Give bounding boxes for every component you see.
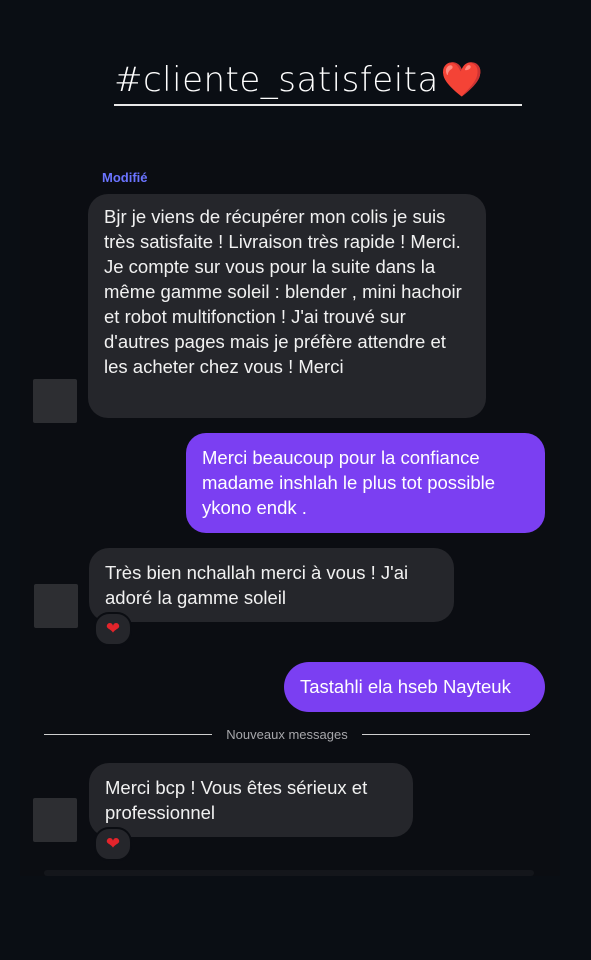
heart-icon: ❤️ [440,60,484,100]
message-text: Très bien nchallah merci à vous ! J'ai a… [105,562,409,608]
outgoing-message-bubble[interactable]: Tastahli ela hseb Nayteuk [284,662,545,712]
incoming-message-bubble[interactable]: Très bien nchallah merci à vous ! J'ai a… [89,548,454,622]
edited-label: Modifié [102,170,148,185]
message-text: Tastahli ela hseb Nayteuk [300,676,511,697]
avatar[interactable] [34,584,78,628]
hashtag-text: #cliente_satisfeita [114,60,439,100]
message-text: Bjr je viens de récupérer mon colis je s… [104,206,462,377]
message-text: Merci beaucoup pour la confiance madame … [202,447,496,518]
avatar[interactable] [33,379,77,423]
new-messages-label: Nouveaux messages [226,726,348,742]
new-messages-divider: Nouveaux messages [44,724,530,744]
composer-edge [44,870,534,876]
incoming-message-bubble[interactable]: Merci bcp ! Vous êtes sérieux et profess… [89,763,413,837]
outgoing-message-bubble[interactable]: Merci beaucoup pour la confiance madame … [186,433,545,533]
incoming-message-bubble[interactable]: Bjr je viens de récupérer mon colis je s… [88,194,486,418]
message-text: Merci bcp ! Vous êtes sérieux et profess… [105,777,368,823]
heart-reaction-icon[interactable]: ❤ [94,612,132,646]
heart-reaction-icon[interactable]: ❤ [94,827,132,861]
divider-line [44,733,213,735]
divider-line [361,733,530,735]
story-hashtag-title: #cliente_satisfeita❤️ [114,58,522,106]
avatar[interactable] [33,798,77,842]
